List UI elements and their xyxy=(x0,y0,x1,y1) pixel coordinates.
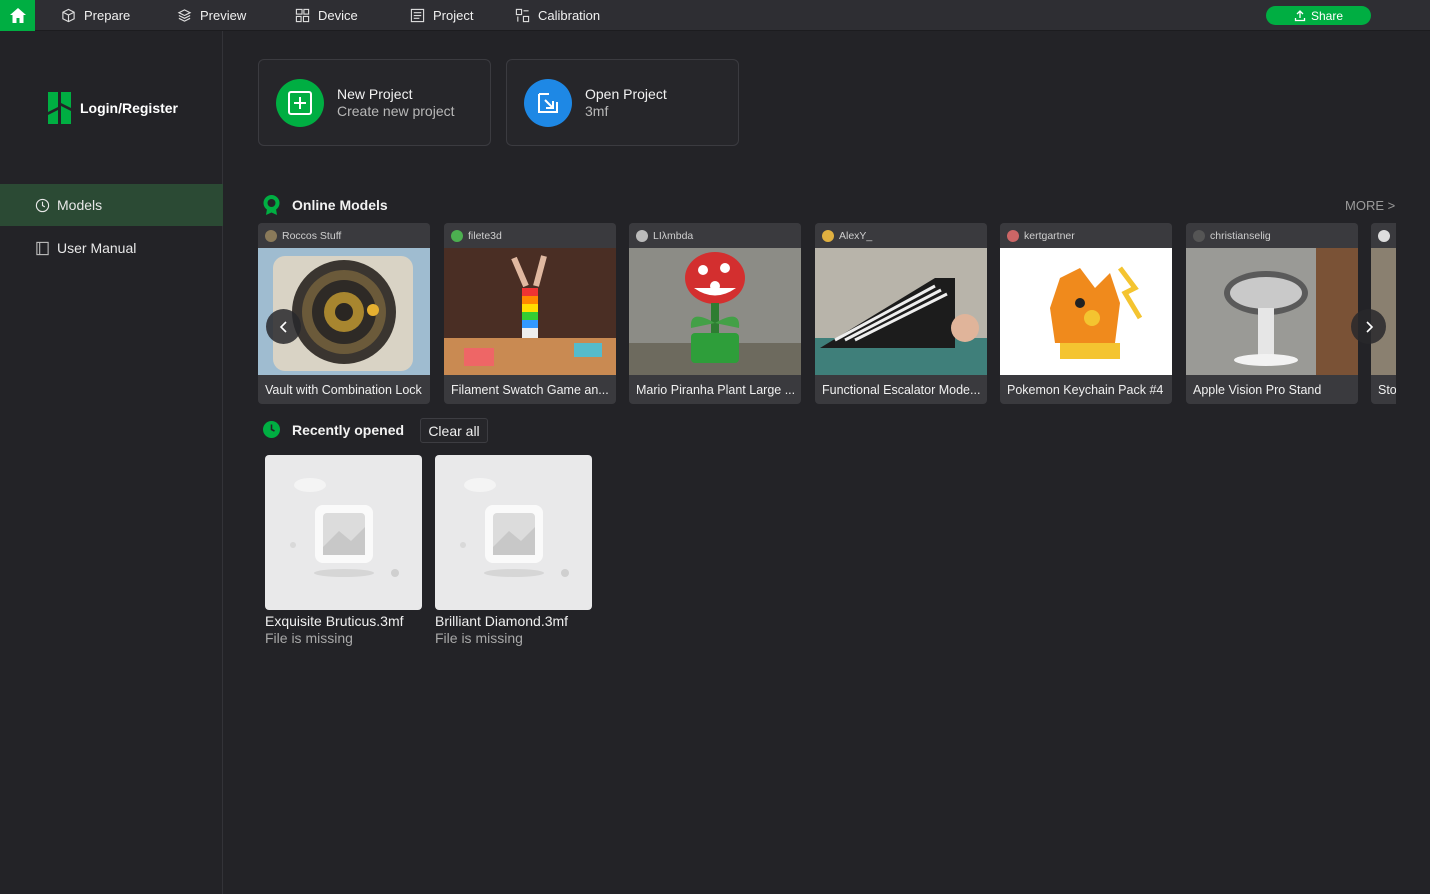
model-thumbnail xyxy=(1186,248,1358,375)
online-models-title: Online Models xyxy=(292,197,388,213)
recently-opened-header: Recently opened xyxy=(262,420,404,439)
model-card[interactable]: AlexY_ Functional Escalator Mode... xyxy=(815,223,987,404)
model-title: Functional Escalator Mode... xyxy=(822,382,981,397)
model-thumbnail xyxy=(1000,248,1172,375)
avatar xyxy=(822,229,834,242)
more-link[interactable]: MORE > xyxy=(1345,198,1395,213)
clock-icon xyxy=(35,198,50,212)
calibration-icon xyxy=(515,8,530,23)
recent-file-status: File is missing xyxy=(265,630,353,646)
project-icon xyxy=(410,8,425,23)
sidebar-item-label: Models xyxy=(57,197,103,213)
clear-all-button[interactable]: Clear all xyxy=(420,418,488,443)
model-author: christianselig xyxy=(1210,229,1271,242)
login-label: Login/Register xyxy=(80,100,179,116)
model-title: Sto xyxy=(1378,382,1396,397)
model-author: LIλmbda xyxy=(653,229,694,242)
login-register-link[interactable]: Login/Register xyxy=(48,92,178,124)
tab-label: Device xyxy=(318,8,358,23)
new-project-subtitle: Create new project xyxy=(337,102,455,119)
tab-label: Preview xyxy=(200,8,247,23)
share-label: Share xyxy=(1310,8,1344,23)
new-project-icon xyxy=(276,78,324,127)
avatar xyxy=(1007,229,1019,242)
device-icon xyxy=(295,8,310,23)
tab-project[interactable]: Project xyxy=(410,0,473,31)
recent-file-card[interactable]: Brilliant Diamond.3mf File is missing xyxy=(435,455,592,647)
model-card[interactable]: LIλmbda Mario Piranha Plant Large ... xyxy=(629,223,801,404)
open-project-card[interactable]: Open Project 3mf xyxy=(506,59,739,146)
model-title: Mario Piranha Plant Large ... xyxy=(636,382,796,397)
bambu-logo-icon xyxy=(48,92,71,124)
avatar xyxy=(1378,229,1390,242)
placeholder-image-icon xyxy=(265,455,422,610)
online-models-carousel: Roccos Stuff Vault with Combination Lock… xyxy=(258,223,1396,404)
sidebar-item-models[interactable]: Models xyxy=(0,184,223,226)
online-models-header: Online Models xyxy=(262,194,388,216)
model-thumbnail xyxy=(815,248,987,375)
model-thumbnail xyxy=(629,248,801,375)
home-icon xyxy=(9,8,26,23)
tab-device[interactable]: Device xyxy=(295,0,358,31)
share-button[interactable]: Share xyxy=(1266,6,1371,25)
new-project-card[interactable]: New Project Create new project xyxy=(258,59,491,146)
tab-prepare[interactable]: Prepare xyxy=(61,0,130,31)
placeholder-image-icon xyxy=(435,455,592,610)
carousel-next-button[interactable] xyxy=(1351,309,1386,344)
chevron-left-icon xyxy=(279,320,287,333)
upload-icon xyxy=(1294,9,1306,21)
tab-calibration[interactable]: Calibration xyxy=(515,0,600,31)
model-author: filete3d xyxy=(468,229,502,242)
model-card[interactable]: filete3d Filament Swatch Game an... xyxy=(444,223,616,404)
home-button[interactable] xyxy=(0,0,35,31)
tab-label: Project xyxy=(433,8,474,23)
cube-icon xyxy=(62,8,75,23)
avatar xyxy=(265,229,277,242)
model-title: Vault with Combination Lock xyxy=(265,382,422,397)
recently-opened-title: Recently opened xyxy=(292,421,405,438)
new-project-title: New Project xyxy=(337,85,413,102)
top-toolbar: Prepare Preview Device Project Calibrati… xyxy=(0,0,1430,31)
open-project-icon xyxy=(524,78,572,127)
model-title: Pokemon Keychain Pack #4 xyxy=(1007,382,1164,397)
sidebar: Login/Register Models User Manual xyxy=(0,31,223,894)
tab-label: Calibration xyxy=(538,8,601,23)
avatar xyxy=(1193,229,1205,242)
recent-file-name: Exquisite Bruticus.3mf xyxy=(265,613,404,629)
chevron-right-icon xyxy=(1365,320,1373,333)
award-icon xyxy=(263,195,280,215)
book-icon xyxy=(36,241,49,255)
open-project-subtitle: 3mf xyxy=(585,102,609,119)
model-author: AlexY_ xyxy=(839,229,873,242)
carousel-prev-button[interactable] xyxy=(266,309,301,344)
recent-file-card[interactable]: Exquisite Bruticus.3mf File is missing xyxy=(265,455,422,647)
layers-icon xyxy=(177,9,192,22)
recent-file-status: File is missing xyxy=(435,630,523,646)
clock-icon xyxy=(263,421,280,438)
avatar xyxy=(636,229,648,242)
model-author: kertgartner xyxy=(1024,229,1075,242)
avatar xyxy=(451,229,463,242)
tab-label: Prepare xyxy=(84,8,131,23)
model-thumbnail xyxy=(444,248,616,375)
tab-preview[interactable]: Preview xyxy=(177,0,246,31)
model-author: Roccos Stuff xyxy=(282,229,342,242)
model-card[interactable]: christianselig Apple Vision Pro Stand xyxy=(1186,223,1358,404)
model-card[interactable]: kertgartner Pokemon Keychain Pack #4 xyxy=(1000,223,1172,404)
open-project-title: Open Project xyxy=(585,85,667,102)
sidebar-item-label: User Manual xyxy=(57,240,137,256)
recent-file-name: Brilliant Diamond.3mf xyxy=(435,613,569,629)
model-title: Apple Vision Pro Stand xyxy=(1193,382,1322,397)
model-title: Filament Swatch Game an... xyxy=(451,382,609,397)
sidebar-item-user-manual[interactable]: User Manual xyxy=(0,227,223,269)
